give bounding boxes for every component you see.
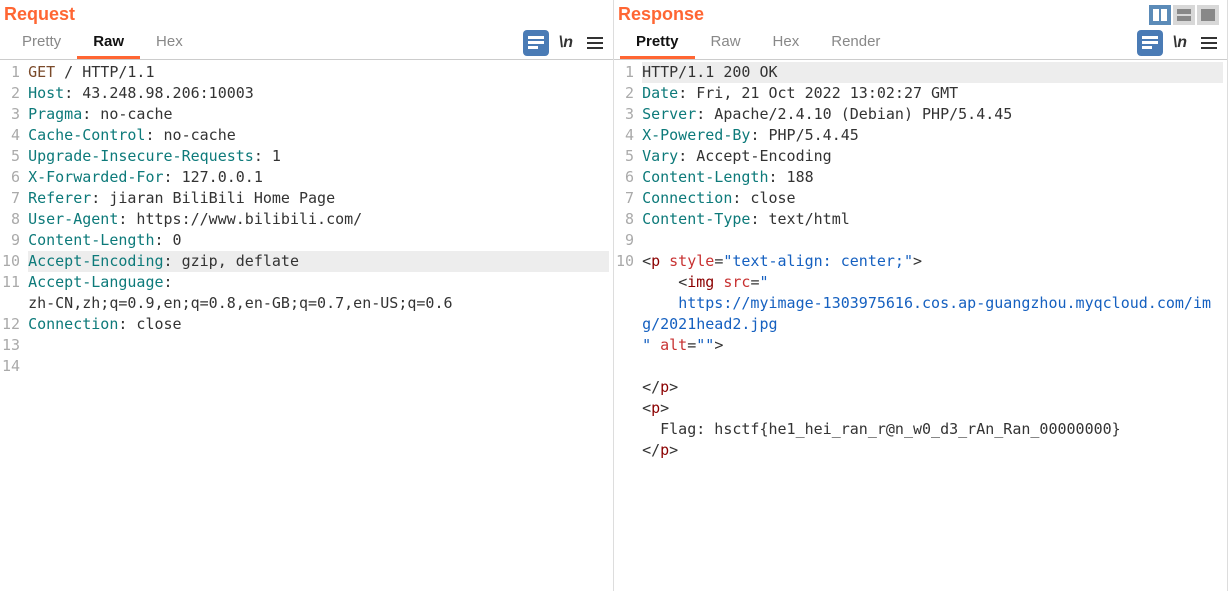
code-line[interactable] [642,230,1223,251]
response-tools: \n [1137,30,1221,56]
tab-hex[interactable]: Hex [140,27,199,59]
code-line[interactable]: </p> [642,377,1223,398]
tab-raw[interactable]: Raw [695,27,757,59]
code-line[interactable]: Accept-Language: [28,272,609,293]
code-line[interactable]: Flag: hsctf{he1_hei_ran_r@n_w0_d3_rAn_Ra… [642,419,1223,440]
view-single-icon[interactable] [1197,5,1219,25]
code-line[interactable]: Content-Type: text/html [642,209,1223,230]
tab-hex[interactable]: Hex [757,27,816,59]
view-split-horizontal-icon[interactable] [1173,5,1195,25]
request-code[interactable]: 1234567891011 121314 GET / HTTP/1.1Host:… [0,60,613,591]
format-icon[interactable] [1137,30,1163,56]
response-code[interactable]: 12345678910 HTTP/1.1 200 OKDate: Fri, 21… [614,60,1227,591]
view-split-vertical-icon[interactable] [1149,5,1171,25]
code-line[interactable]: " alt=""> [642,335,1223,356]
code-line[interactable]: Upgrade-Insecure-Requests: 1 [28,146,609,167]
response-gutter: 12345678910 [614,60,638,591]
tab-pretty[interactable]: Pretty [620,27,695,59]
tab-raw[interactable]: Raw [77,27,140,59]
code-line[interactable]: <img src=" [642,272,1223,293]
response-tab-row: PrettyRawHexRender \n [614,27,1227,60]
code-line[interactable] [28,356,609,377]
request-gutter: 1234567891011 121314 [0,60,24,591]
request-header: Request [0,0,613,27]
request-lines[interactable]: GET / HTTP/1.1Host: 43.248.98.206:10003P… [24,60,613,591]
request-tabs: PrettyRawHex [6,27,523,59]
code-line[interactable] [28,335,609,356]
code-line[interactable]: Connection: close [28,314,609,335]
code-line[interactable]: Vary: Accept-Encoding [642,146,1223,167]
code-line[interactable]: Accept-Encoding: gzip, deflate [28,251,609,272]
code-line[interactable]: <p style="text-align: center;"> [642,251,1223,272]
code-line[interactable]: Referer: jiaran BiliBili Home Page [28,188,609,209]
response-tabs: PrettyRawHexRender [620,27,1137,59]
tab-render[interactable]: Render [815,27,896,59]
code-line[interactable]: https://myimage-1303975616.cos.ap-guangz… [642,293,1223,335]
request-tab-row: PrettyRawHex \n [0,27,613,60]
code-line[interactable]: User-Agent: https://www.bilibili.com/ [28,209,609,230]
code-line[interactable]: zh-CN,zh;q=0.9,en;q=0.8,en-GB;q=0.7,en-U… [28,293,609,314]
tab-pretty[interactable]: Pretty [6,27,77,59]
code-line[interactable]: </p> [642,440,1223,461]
code-line[interactable]: GET / HTTP/1.1 [28,62,609,83]
format-icon[interactable] [523,30,549,56]
code-line[interactable]: Host: 43.248.98.206:10003 [28,83,609,104]
view-mode-icons [1149,5,1219,25]
code-line[interactable]: Pragma: no-cache [28,104,609,125]
response-header: Response [614,0,1227,27]
request-panel: Request PrettyRawHex \n 1234567891011 12… [0,0,614,591]
response-panel: Response PrettyRawHexRender \n 123456789… [614,0,1228,591]
menu-icon[interactable] [1197,33,1221,53]
code-line[interactable]: X-Powered-By: PHP/5.4.45 [642,125,1223,146]
code-line[interactable]: X-Forwarded-For: 127.0.0.1 [28,167,609,188]
code-line[interactable]: Server: Apache/2.4.10 (Debian) PHP/5.4.4… [642,104,1223,125]
response-title: Response [618,4,704,25]
wrap-toggle[interactable]: \n [559,34,573,52]
response-lines[interactable]: HTTP/1.1 200 OKDate: Fri, 21 Oct 2022 13… [638,60,1227,591]
menu-icon[interactable] [583,33,607,53]
code-line[interactable]: <p> [642,398,1223,419]
wrap-toggle[interactable]: \n [1173,34,1187,52]
request-title: Request [4,4,75,25]
code-line[interactable]: HTTP/1.1 200 OK [642,62,1223,83]
request-tools: \n [523,30,607,56]
code-line[interactable]: Cache-Control: no-cache [28,125,609,146]
code-line[interactable] [642,356,1223,377]
code-line[interactable]: Content-Length: 0 [28,230,609,251]
code-line[interactable]: Content-Length: 188 [642,167,1223,188]
code-line[interactable]: Connection: close [642,188,1223,209]
code-line[interactable]: Date: Fri, 21 Oct 2022 13:02:27 GMT [642,83,1223,104]
